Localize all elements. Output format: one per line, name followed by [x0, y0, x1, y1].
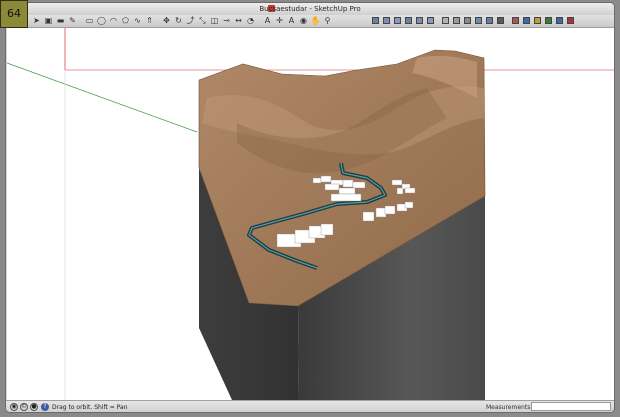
arc-tool[interactable]: ◠ — [109, 16, 118, 25]
hidden-line-icon — [464, 17, 471, 24]
main-toolbar: ➤ ▣ ▬ ✎ ▭ ◯ ◠ ⬠ ∿ ⇑ ✥ ↻ ⤴ ⤡ ◫ ⊸ ↔ ◔ A ✛ A ◉ ✋ ⚲ — [6, 15, 614, 28]
rotate-icon: ↻ — [175, 16, 182, 25]
freehand-icon: ∿ — [134, 16, 141, 25]
green-axis — [7, 62, 198, 133]
scale-tool[interactable]: ⤡ — [198, 16, 207, 25]
status-bar: ◉ © ● ? Drag to orbit. Shift = Pan Measu… — [6, 400, 614, 412]
view-top[interactable] — [382, 16, 391, 25]
get-models[interactable] — [533, 16, 542, 25]
text-tool[interactable]: A — [263, 16, 272, 25]
line-tool[interactable]: ✎ — [68, 16, 77, 25]
view-right[interactable] — [404, 16, 413, 25]
style-shaded[interactable] — [474, 16, 483, 25]
status-hint: Drag to orbit. Shift = Pan — [52, 404, 128, 411]
view-iso[interactable] — [371, 16, 380, 25]
earth-icon — [556, 17, 563, 24]
orbit-tool[interactable]: ◉ — [299, 16, 308, 25]
sketchup-window: Bucsaestudar - SketchUp Pro ➤ ▣ ▬ ✎ ▭ ◯ ◠ ⬠ ∿ ⇑ ✥ ↻… — [5, 2, 615, 413]
follow-me-icon: ⤴ — [186, 16, 195, 25]
xray-icon — [442, 17, 449, 24]
follow-me-tool[interactable]: ⤴ — [186, 16, 195, 25]
measurements-input[interactable] — [531, 402, 611, 411]
paint-tool[interactable]: ▣ — [44, 16, 53, 25]
axes-tool[interactable]: ✛ — [275, 16, 284, 25]
circle-icon: ◯ — [97, 16, 106, 25]
style-hidden-line[interactable] — [463, 16, 472, 25]
push-pull-tool[interactable]: ⇑ — [145, 16, 154, 25]
components-icon — [523, 17, 530, 24]
zoom-tool[interactable]: ⚲ — [323, 16, 332, 25]
textured-icon — [486, 17, 493, 24]
view-left[interactable] — [426, 16, 435, 25]
paint-bucket-icon: ▣ — [44, 16, 53, 25]
rotate-tool[interactable]: ↻ — [174, 16, 183, 25]
style-xray[interactable] — [441, 16, 450, 25]
help-icon[interactable]: ? — [41, 403, 49, 411]
iso-view-icon — [372, 17, 379, 24]
polygon-tool[interactable]: ⬠ — [121, 16, 130, 25]
model-viewport[interactable] — [7, 28, 614, 400]
right-view-icon — [405, 17, 412, 24]
arc-icon: ◠ — [110, 16, 117, 25]
warehouse-icon — [534, 17, 541, 24]
pencil-icon: ✎ — [69, 16, 76, 25]
pan-tool[interactable]: ✋ — [310, 16, 321, 25]
circle-tool[interactable]: ◯ — [97, 16, 106, 25]
share-icon — [545, 17, 552, 24]
freehand-tool[interactable]: ∿ — [133, 16, 142, 25]
measurements-label: Measurements — [486, 404, 531, 411]
front-view-icon — [394, 17, 401, 24]
components[interactable] — [522, 16, 531, 25]
3d-text-icon: A — [288, 16, 295, 25]
select-tool[interactable]: ➤ — [32, 16, 41, 25]
rectangle-icon: ▭ — [85, 16, 94, 25]
extension-icon — [567, 17, 574, 24]
google-earth[interactable] — [555, 16, 564, 25]
back-view-icon — [416, 17, 423, 24]
section-plane-icon — [512, 17, 519, 24]
model-canvas[interactable] — [7, 28, 614, 400]
share-model[interactable] — [544, 16, 553, 25]
style-monochrome[interactable] — [496, 16, 505, 25]
offset-tool[interactable]: ◫ — [210, 16, 219, 25]
offset-icon: ◫ — [210, 16, 219, 25]
window-title: Bucsaestudar - SketchUp Pro — [259, 5, 361, 13]
frame-number-badge: 64 — [0, 0, 28, 28]
eraser-tool[interactable]: ▬ — [56, 16, 65, 25]
view-front[interactable] — [393, 16, 402, 25]
geo-location-icon[interactable]: ◉ — [10, 403, 18, 411]
tape-measure-icon: ⊸ — [223, 16, 230, 25]
text-icon: A — [264, 16, 271, 25]
magnifier-icon: ⚲ — [324, 16, 331, 25]
rectangle-tool[interactable]: ▭ — [85, 16, 94, 25]
arrow-icon: ➤ — [33, 16, 40, 25]
protractor-icon: ◔ — [247, 16, 254, 25]
3d-text-tool[interactable]: A — [287, 16, 296, 25]
orbit-icon: ◉ — [300, 16, 307, 25]
move-icon: ✥ — [163, 16, 170, 25]
hand-icon: ✋ — [310, 16, 321, 25]
section-plane[interactable] — [511, 16, 520, 25]
view-back[interactable] — [415, 16, 424, 25]
tape-tool[interactable]: ⊸ — [222, 16, 231, 25]
scale-icon: ⤡ — [199, 16, 206, 25]
wireframe-icon — [453, 17, 460, 24]
eraser-icon: ▬ — [56, 16, 65, 25]
push-pull-icon: ⇑ — [146, 16, 153, 25]
polygon-icon: ⬠ — [122, 16, 129, 25]
shaded-icon — [475, 17, 482, 24]
monochrome-icon — [497, 17, 504, 24]
extension-warehouse[interactable] — [566, 16, 575, 25]
dimension-tool[interactable]: ↔ — [234, 16, 243, 25]
top-view-icon — [383, 17, 390, 24]
credits-icon[interactable]: © — [20, 403, 28, 411]
left-view-icon — [427, 17, 434, 24]
user-icon[interactable]: ● — [30, 403, 38, 411]
dimension-icon: ↔ — [235, 16, 242, 25]
axes-icon: ✛ — [276, 16, 283, 25]
style-wireframe[interactable] — [452, 16, 461, 25]
move-tool[interactable]: ✥ — [162, 16, 171, 25]
protractor-tool[interactable]: ◔ — [246, 16, 255, 25]
style-textured[interactable] — [485, 16, 494, 25]
